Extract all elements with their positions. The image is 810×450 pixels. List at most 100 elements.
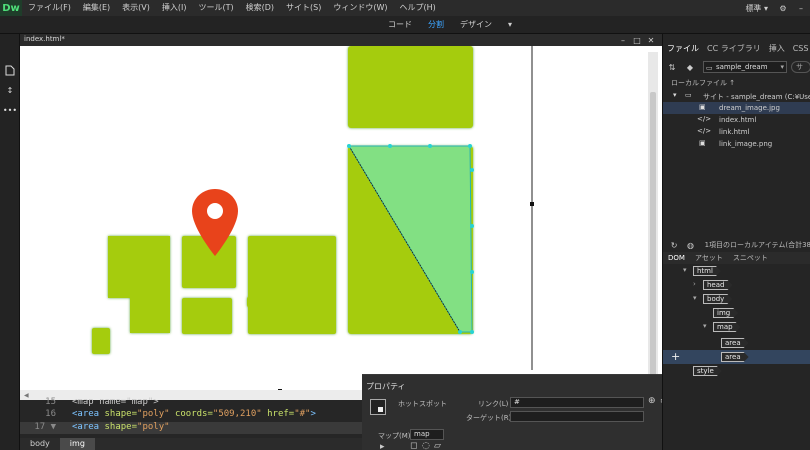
tab-files[interactable]: ファイル bbox=[663, 42, 703, 56]
menu-insert[interactable]: 挿入(I) bbox=[156, 0, 193, 16]
sync-icon[interactable]: ◆ bbox=[684, 61, 696, 73]
code-editor[interactable]: 15 <map name="map"> 16 <area shape="poly… bbox=[20, 397, 362, 438]
dom-tag[interactable]: img bbox=[713, 308, 738, 318]
panel-tabs: ファイル CC ライブラリ 挿入 CSS デザイナ bbox=[663, 42, 810, 56]
add-element-icon[interactable]: + bbox=[671, 350, 680, 363]
document-tab-bar: index.html* – □ ✕ bbox=[20, 34, 662, 46]
link-label: リンク(L) bbox=[478, 400, 509, 408]
menu-help[interactable]: ヘルプ(H) bbox=[394, 0, 442, 16]
dom-tag[interactable]: style bbox=[693, 366, 722, 376]
document-tab[interactable]: index.html* bbox=[24, 35, 65, 43]
refresh-icon[interactable]: ↻ bbox=[669, 239, 679, 251]
maximize-icon[interactable]: □ bbox=[630, 34, 644, 46]
dom-tag[interactable]: html bbox=[693, 266, 721, 276]
files-status-bar: ↻ ◍ 1項目のローカルアイテム(合計38 bbox=[663, 238, 810, 252]
map-image[interactable] bbox=[20, 46, 662, 400]
chevron-down-icon[interactable]: ▾ bbox=[500, 16, 520, 34]
file-row[interactable]: </> link.html bbox=[663, 126, 810, 138]
code-line-15: 15 <map name="map"> bbox=[20, 397, 362, 409]
globe-icon[interactable]: ◍ bbox=[685, 239, 695, 251]
site-select[interactable]: ▭ sample_dream ▾ bbox=[703, 61, 787, 73]
link-input[interactable]: # bbox=[510, 397, 644, 408]
split-view-button[interactable]: 分割 bbox=[420, 16, 452, 34]
circle-hotspot-icon[interactable]: ◌ bbox=[422, 441, 430, 450]
chevron-down-icon[interactable]: ▾ bbox=[693, 294, 697, 302]
sort-icon[interactable]: ↕ bbox=[0, 80, 20, 100]
file-name: link.html bbox=[719, 128, 750, 136]
minimize-icon[interactable]: – bbox=[795, 2, 807, 14]
design-view[interactable] bbox=[20, 46, 662, 400]
dom-panel-tabs: DOM アセット スニペット bbox=[663, 252, 810, 264]
dom-tag[interactable]: map bbox=[713, 322, 741, 332]
dom-node-head[interactable]: › head bbox=[663, 278, 810, 292]
menu-site[interactable]: サイト(S) bbox=[280, 0, 327, 16]
tab-css-designer[interactable]: CSS デザイナ bbox=[789, 42, 810, 56]
chevron-down-icon[interactable]: ▾ bbox=[673, 91, 677, 99]
code-view-button[interactable]: コード bbox=[380, 16, 420, 34]
dom-node-html[interactable]: ▾ html bbox=[663, 264, 810, 278]
connect-icon[interactable]: ⇅ bbox=[666, 61, 678, 73]
close-icon[interactable]: ✕ bbox=[644, 34, 658, 46]
properties-title: プロパティ bbox=[366, 382, 406, 391]
dom-node-img[interactable]: img bbox=[663, 306, 810, 320]
code-file-icon: </> bbox=[697, 115, 712, 123]
minimize-icon[interactable]: – bbox=[616, 34, 630, 46]
tag-img[interactable]: img bbox=[59, 438, 95, 450]
design-vertical-scrollbar[interactable] bbox=[648, 52, 658, 384]
server-button[interactable]: サ bbox=[791, 61, 810, 73]
folder-icon: ▭ bbox=[685, 91, 692, 99]
tab-assets[interactable]: アセット bbox=[690, 252, 728, 264]
scrollbar-thumb[interactable] bbox=[650, 92, 656, 382]
tab-snippets[interactable]: スニペット bbox=[728, 252, 773, 264]
menu-window[interactable]: ウィンドウ(W) bbox=[327, 0, 393, 16]
dom-node-map[interactable]: ▾ map bbox=[663, 320, 810, 334]
menu-edit[interactable]: 編集(E) bbox=[77, 0, 116, 16]
image-file-icon: ▣ bbox=[699, 103, 706, 111]
file-row[interactable]: ▣ link_image.png bbox=[663, 138, 810, 150]
map-label: マップ(M) bbox=[378, 432, 411, 440]
dom-node-body[interactable]: ▾ body bbox=[663, 292, 810, 306]
menu-view[interactable]: 表示(V) bbox=[116, 0, 156, 16]
polygon-hotspot-icon[interactable]: ▱ bbox=[434, 441, 441, 450]
tab-insert[interactable]: 挿入 bbox=[765, 42, 789, 56]
folder-icon: ▭ bbox=[706, 64, 713, 72]
file-management-icon[interactable] bbox=[0, 60, 20, 80]
gear-icon[interactable]: ⚙ bbox=[777, 2, 789, 14]
dom-tag[interactable]: head bbox=[703, 280, 732, 290]
menu-find[interactable]: 検索(D) bbox=[240, 0, 280, 16]
pointer-tool-icon[interactable]: ▸ bbox=[380, 442, 385, 450]
chevron-right-icon[interactable]: › bbox=[693, 280, 696, 288]
target-select[interactable] bbox=[510, 411, 644, 422]
code-file-icon: </> bbox=[697, 127, 712, 135]
code-text: <map name="map"> bbox=[72, 397, 159, 407]
local-files-label[interactable]: ローカルファイル ↑ bbox=[671, 78, 735, 88]
map-name-input[interactable]: map bbox=[410, 429, 444, 440]
code-text: <area shape="poly" coords="509,210" href… bbox=[72, 409, 316, 419]
dom-node-area-selected[interactable]: + area bbox=[663, 350, 810, 364]
line-number: 15 bbox=[45, 397, 56, 407]
tab-dom[interactable]: DOM bbox=[663, 252, 690, 264]
target-icon[interactable]: ⊕ bbox=[648, 396, 656, 406]
chevron-down-icon[interactable]: ▾ bbox=[703, 322, 707, 330]
dom-node-area[interactable]: area bbox=[663, 336, 810, 350]
workspace-switcher[interactable]: 標準 ▾ bbox=[739, 3, 774, 14]
file-row[interactable]: </> index.html bbox=[663, 114, 810, 126]
tag-body[interactable]: body bbox=[20, 438, 60, 450]
view-switcher: コード 分割 デザイン ▾ bbox=[0, 16, 810, 34]
dom-node-style[interactable]: style bbox=[663, 364, 810, 378]
more-options-icon[interactable]: ••• bbox=[0, 100, 20, 120]
design-view-button[interactable]: デザイン bbox=[452, 16, 500, 34]
site-root-row[interactable]: ▾ ▭ サイト - sample_dream (C:¥Users¥ bbox=[663, 90, 810, 102]
menu-file[interactable]: ファイル(F) bbox=[22, 0, 77, 16]
chevron-down-icon[interactable]: ▾ bbox=[683, 266, 687, 274]
dom-tag[interactable]: area bbox=[721, 338, 749, 348]
target-label: ターゲット(R) bbox=[466, 414, 512, 422]
file-name: link_image.png bbox=[719, 140, 773, 148]
menu-tools[interactable]: ツール(T) bbox=[192, 0, 239, 16]
dom-tag[interactable]: body bbox=[703, 294, 732, 304]
menu-bar: Dw ファイル(F) 編集(E) 表示(V) 挿入(I) ツール(T) 検索(D… bbox=[0, 0, 810, 16]
rectangle-hotspot-icon[interactable]: ◻ bbox=[410, 441, 417, 450]
file-row[interactable]: ▣ dream_image.jpg bbox=[663, 102, 810, 114]
tab-cc-libraries[interactable]: CC ライブラリ bbox=[703, 42, 765, 56]
dom-tag[interactable]: area bbox=[721, 352, 749, 362]
